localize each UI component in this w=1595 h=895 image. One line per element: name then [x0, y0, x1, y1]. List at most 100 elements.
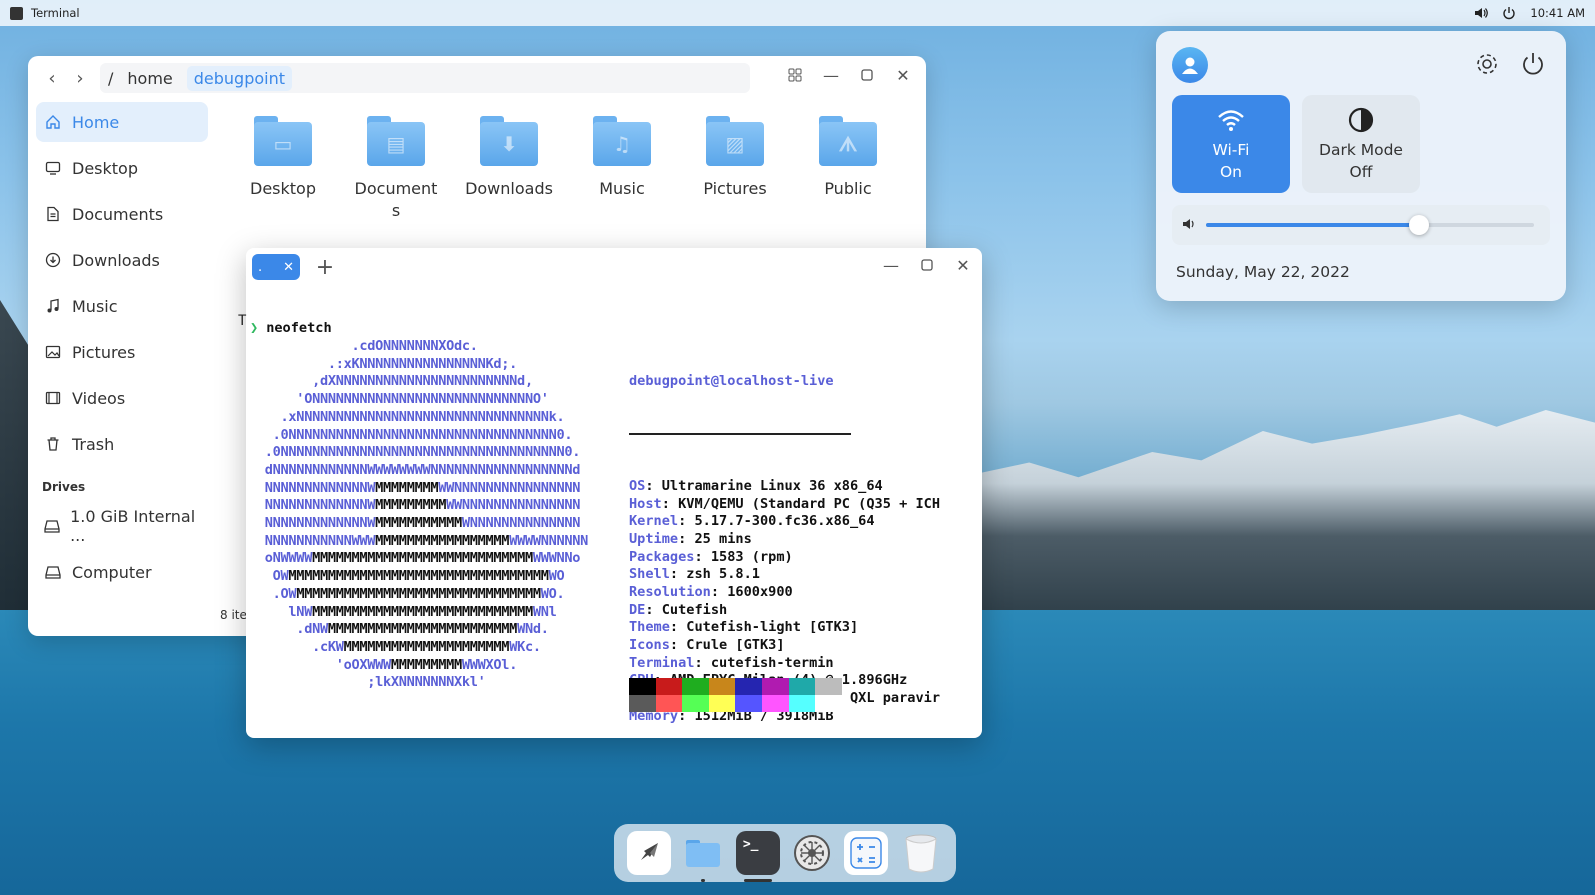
command-line: ❯ neofetch	[250, 320, 332, 338]
terminal-tab[interactable]: . ✕	[252, 254, 300, 280]
sidebar-item-trash[interactable]: Trash	[36, 424, 208, 464]
trash-icon	[44, 435, 62, 453]
color-swatch	[788, 678, 816, 695]
sidebar-item-documents[interactable]: Documents	[36, 194, 208, 234]
ascii-line: NNNNNNNNNNNNNWMMMMMMMMMWWNNNNNNNNNNNNNNN	[249, 497, 581, 514]
folder-item[interactable]: ▭ Desktop	[228, 106, 338, 200]
ascii-line: lNWMMMMMMMMMMMMMMMMMMMMMMMMMMMMWNl	[249, 603, 557, 620]
ascii-line: NNNNNNNNNNNWWWMMMMMMMMMMMMMMMMMWWWWNNNNN…	[249, 532, 589, 549]
terminal-tab-label: .	[258, 259, 263, 275]
info-separator	[629, 432, 851, 435]
folder-label: Public	[824, 179, 872, 198]
volume-fill	[1206, 223, 1420, 227]
grid-view-icon[interactable]	[786, 66, 804, 84]
ascii-line: .cKWMMMMMMMMMMMMMMMMMMMMMWKc.	[249, 638, 541, 655]
close-button[interactable]: ✕	[954, 256, 972, 275]
info-value: zsh 5.8.1	[686, 566, 760, 583]
sidebar-item-desktop[interactable]: Desktop	[36, 148, 208, 188]
ascii-line: .OWMMMMMMMMMMMMMMMMMMMMMMMMMMMMMMMWO.	[249, 585, 565, 602]
power-icon[interactable]	[1520, 51, 1546, 77]
sidebar-item-pictures[interactable]: Pictures	[36, 332, 208, 372]
sidebar-drive-item[interactable]: 1.0 GiB Internal ...	[36, 506, 208, 546]
path-bar[interactable]: / home debugpoint	[100, 63, 750, 93]
ascii-line: dNNNNNNNNNNNNWWWWWWWWNNNNNNNNNNNNNNNNNNd	[249, 461, 581, 478]
monitor-icon	[44, 159, 62, 177]
drives-header: Drives	[42, 480, 86, 494]
folder-item[interactable]: ᗑ Public	[793, 106, 903, 200]
active-app-name: Terminal	[31, 6, 80, 20]
trash-icon[interactable]	[899, 831, 943, 875]
sidebar-item-home[interactable]: Home	[36, 102, 208, 142]
document-icon	[44, 205, 62, 223]
info-key: OS	[629, 477, 646, 494]
new-tab-button[interactable]: +	[312, 255, 338, 280]
info-key: Uptime	[629, 530, 679, 547]
info-key: Packages	[629, 548, 695, 565]
ascii-line: .:xKNNNNNNNNNNNNNNNNKd;.	[249, 355, 518, 372]
download-icon	[44, 251, 62, 269]
dark-mode-toggle[interactable]: Dark Mode Off	[1302, 95, 1420, 193]
sidebar-item-downloads[interactable]: Downloads	[36, 240, 208, 280]
folder-label: Desktop	[250, 179, 316, 198]
sidebar-item-videos[interactable]: Videos	[36, 378, 208, 418]
color-swatch	[708, 695, 736, 712]
dark-mode-icon	[1346, 105, 1376, 135]
folder-icon: ▨	[706, 116, 764, 166]
terminal-output[interactable]: ❯ neofetch .cdONNNNNNNXOdc. .:xKNNNNNNNNN…	[246, 286, 982, 738]
color-swatch	[815, 695, 842, 712]
music-icon	[44, 297, 62, 315]
volume-icon	[1182, 216, 1196, 235]
folder-item[interactable]: ⬇ Downloads	[454, 106, 564, 200]
ascii-line: 'oOXWWWMMMMMMMMMWWWXOl.	[249, 656, 518, 673]
info-line: Kernel: 5.17.7-300.fc36.x86_64	[629, 513, 875, 530]
ascii-line: NNNNNNNNNNNNNWMMMMMMMMWWNNNNNNNNNNNNNNNN	[249, 479, 581, 496]
close-tab-icon[interactable]: ✕	[283, 260, 294, 275]
close-button[interactable]: ✕	[894, 66, 912, 85]
info-value: 25 mins	[694, 530, 752, 547]
forward-button[interactable]: ›	[66, 64, 94, 92]
terminal-icon[interactable]: >_	[735, 831, 780, 882]
volume-slider[interactable]	[1172, 205, 1550, 245]
calculator-icon[interactable]	[844, 831, 889, 875]
settings-icon[interactable]	[1474, 51, 1500, 77]
sidebar-drive-item[interactable]: Computer	[36, 552, 208, 592]
volume-icon[interactable]	[1474, 6, 1489, 20]
maximize-button[interactable]	[918, 256, 936, 274]
ascii-line: ,dXNNNNNNNNNNNNNNNNNNNNNNNd,	[249, 373, 533, 390]
breadcrumb-home[interactable]: home	[127, 69, 172, 88]
ascii-line: ;lkXNNNNNNNXkl'	[249, 674, 486, 691]
file-manager-icon[interactable]	[681, 831, 725, 882]
power-icon[interactable]	[1502, 6, 1516, 20]
user-avatar[interactable]	[1172, 47, 1208, 83]
sidebar-item-music[interactable]: Music	[36, 286, 208, 326]
sidebar: Home Desktop Documents Downloads Music Pictur…	[36, 102, 208, 622]
info-value: 5.17.7-300.fc36.x86_64	[694, 513, 875, 530]
sidebar-item-label: Videos	[72, 388, 126, 408]
settings-icon[interactable]	[790, 831, 834, 875]
prompt-arrow-icon: ❯	[250, 320, 259, 336]
minimize-button[interactable]: —	[882, 256, 900, 275]
breadcrumb-root[interactable]: /	[108, 69, 113, 88]
clock[interactable]: 10:41 AM	[1530, 6, 1585, 20]
wifi-toggle[interactable]: Wi-Fi On	[1172, 95, 1290, 193]
info-key: Theme	[629, 619, 670, 636]
folder-item[interactable]: ♫ Music	[567, 106, 677, 200]
volume-track[interactable]	[1206, 215, 1534, 235]
color-swatch	[815, 678, 842, 695]
folder-item[interactable]: ▨ Pictures	[680, 106, 790, 200]
volume-handle[interactable]	[1409, 215, 1430, 235]
minimize-button[interactable]: —	[822, 66, 840, 85]
info-line: DE: Cutefish	[629, 601, 728, 618]
dark-mode-state: Off	[1349, 163, 1373, 181]
maximize-button[interactable]	[858, 66, 876, 84]
back-button[interactable]: ‹	[38, 64, 66, 92]
launcher-icon[interactable]	[627, 831, 672, 875]
info-value: Crule [GTK3]	[686, 637, 785, 654]
folder-item[interactable]: ▤ Document s	[341, 106, 451, 222]
info-line: Host: KVM/QEMU (Standard PC (Q35 + ICH	[629, 495, 941, 512]
color-swatch	[655, 678, 683, 695]
info-line: Shell: zsh 5.8.1	[629, 566, 760, 583]
color-swatch	[655, 695, 683, 712]
color-palette	[629, 678, 842, 712]
breadcrumb-current[interactable]: debugpoint	[186, 65, 293, 91]
